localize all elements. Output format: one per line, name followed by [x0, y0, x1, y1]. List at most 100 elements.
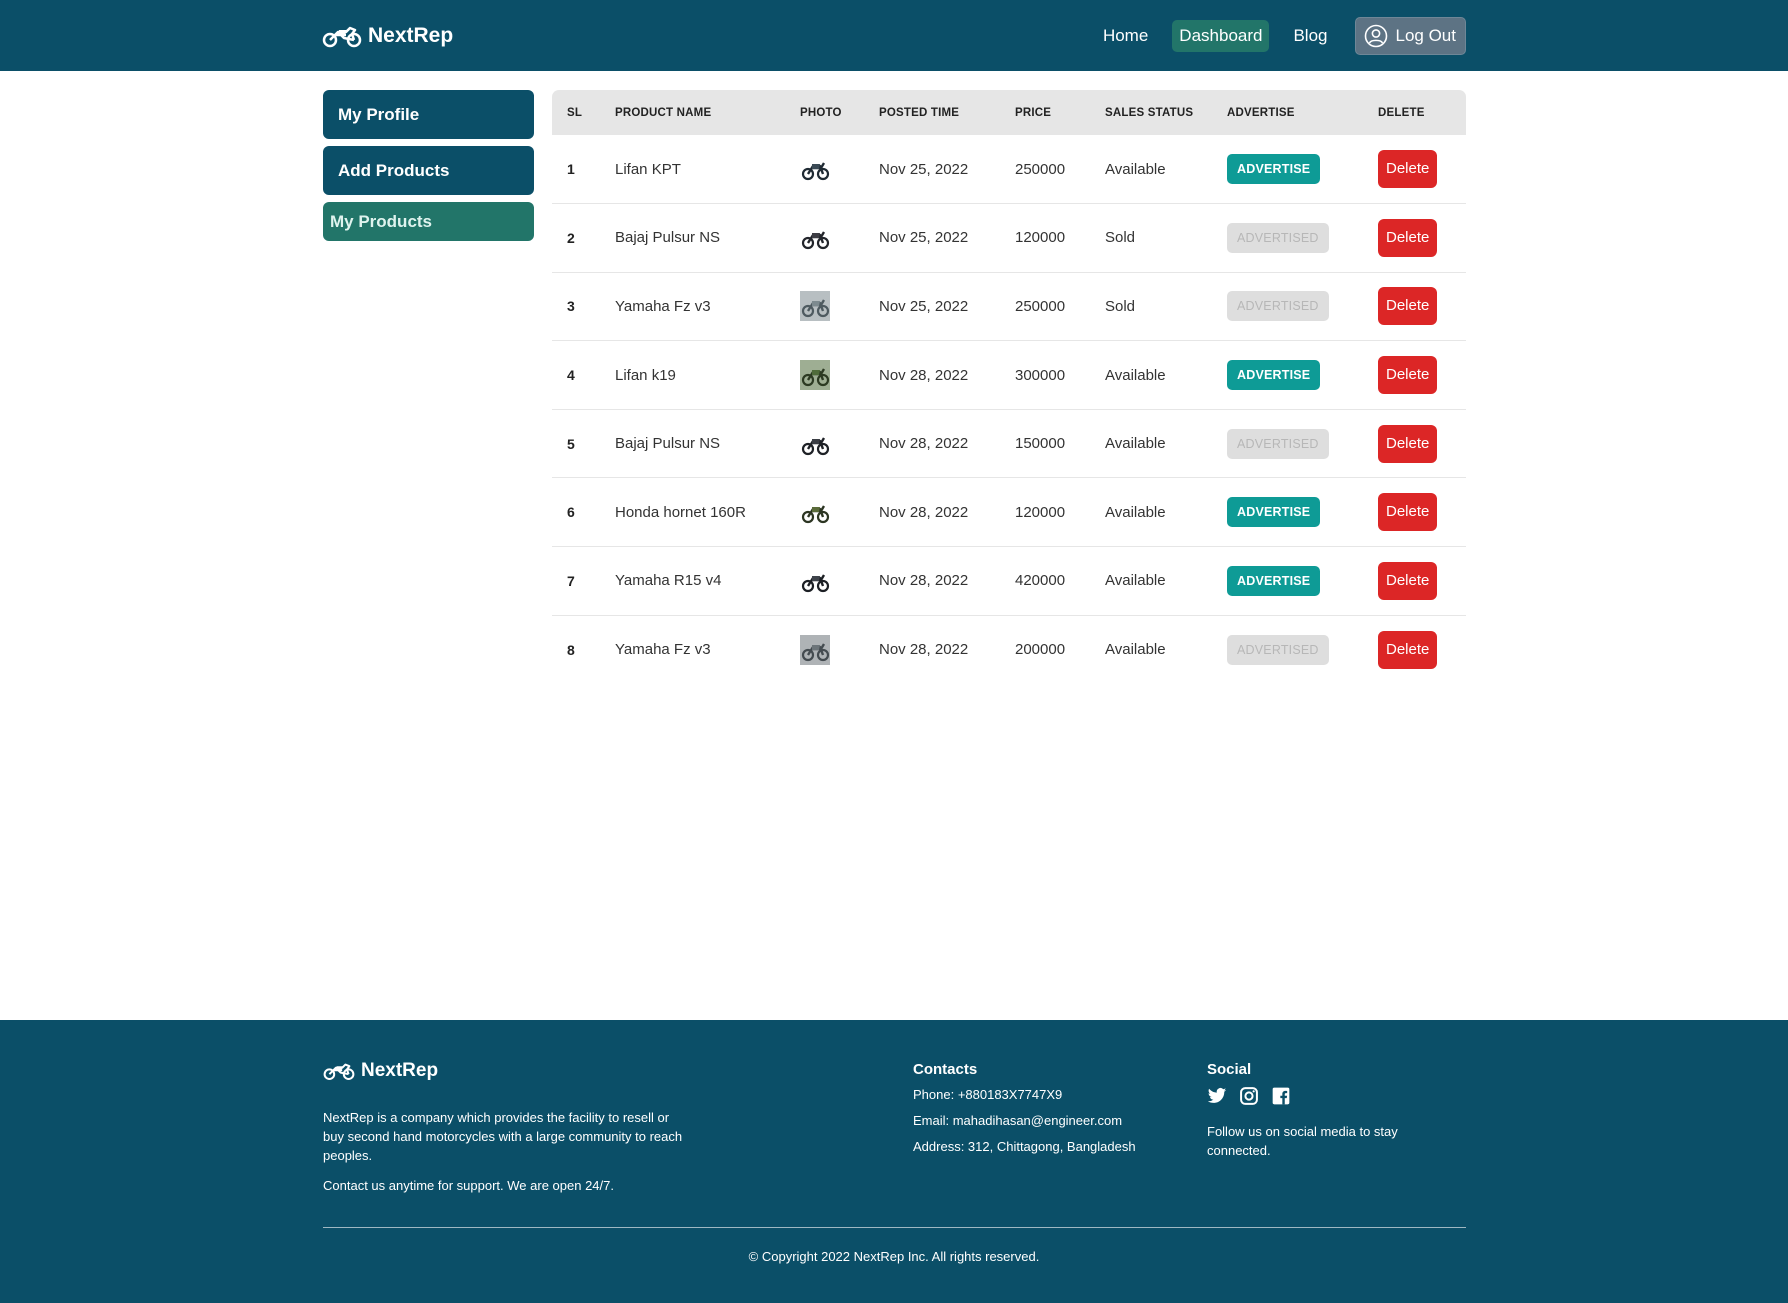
cell-product-name: Bajaj Pulsur NS	[615, 229, 721, 247]
cell-posted-time: Nov 28, 2022	[879, 572, 969, 590]
sidebar-item-my-profile[interactable]: My Profile	[323, 90, 534, 139]
cell-sales-status: Available	[1105, 435, 1166, 453]
cell-photo	[785, 272, 864, 341]
delete-button[interactable]: Delete	[1378, 150, 1438, 189]
header-delete: DELETE	[1378, 106, 1425, 119]
cell-posted-time: Nov 25, 2022	[879, 297, 969, 315]
motorcycle-photo	[800, 291, 830, 322]
delete-button[interactable]: Delete	[1378, 561, 1438, 600]
table-row: 7 Yamaha R15 v4 Nov 28, 2022 420000 Avai…	[552, 547, 1466, 616]
motorcycle-photo	[801, 231, 830, 249]
twitter-icon[interactable]	[1207, 1086, 1227, 1106]
cell-photo	[785, 204, 864, 273]
cell-sl: 8	[567, 641, 575, 658]
cell-delete: Delete	[1363, 478, 1466, 547]
cell-sales-status: Available	[1105, 160, 1166, 178]
cell-advertise: ADVERTISE	[1212, 341, 1363, 410]
cell-delete: Delete	[1363, 409, 1466, 478]
advertise-button[interactable]: ADVERTISE	[1227, 360, 1321, 391]
motorcycle-photo	[801, 437, 830, 455]
cell-product-name: Yamaha Fz v3	[615, 641, 711, 659]
motorcycle-photo	[801, 505, 830, 524]
cell-delete: Delete	[1363, 204, 1466, 273]
contacts-title: Contacts	[913, 1061, 978, 1078]
cell-price: 420000	[1015, 572, 1066, 590]
cell-price: 120000	[1015, 503, 1066, 521]
table-row: 6 Honda hornet 160R Nov 28, 2022 120000 …	[552, 478, 1466, 547]
cell-posted-time: Nov 28, 2022	[879, 366, 969, 384]
footer-support-text: Contact us anytime for support. We are o…	[323, 1178, 614, 1193]
nav-dashboard-link[interactable]: Dashboard	[1172, 20, 1270, 52]
facebook-icon[interactable]	[1271, 1086, 1291, 1106]
nav-blog-link[interactable]: Blog	[1286, 20, 1334, 52]
cell-price: 150000	[1015, 435, 1066, 453]
cell-delete: Delete	[1363, 615, 1466, 684]
cell-sales-status: Available	[1105, 366, 1166, 384]
advertised-button: ADVERTISED	[1227, 291, 1329, 322]
header-sl: SL	[567, 106, 583, 119]
cell-product-name: Yamaha Fz v3	[615, 297, 711, 315]
cell-advertise: ADVERTISED	[1212, 204, 1363, 273]
advertised-button: ADVERTISED	[1227, 428, 1329, 459]
cell-delete: Delete	[1363, 272, 1466, 341]
cell-sl: 7	[567, 572, 575, 589]
cell-posted-time: Nov 28, 2022	[879, 435, 969, 453]
table-row: 8 Yamaha Fz v3 Nov 28, 2022 200000 Avail…	[552, 615, 1466, 684]
motorcycle-logo-icon	[323, 1063, 355, 1080]
cell-photo	[785, 478, 864, 547]
table-row: 5 Bajaj Pulsur NS Nov 28, 2022 150000 Av…	[552, 409, 1466, 478]
cell-photo	[785, 547, 864, 616]
advertise-button[interactable]: ADVERTISE	[1227, 565, 1321, 596]
cell-advertise: ADVERTISE	[1212, 547, 1363, 616]
header-sales-status: SALES STATUS	[1105, 106, 1194, 119]
brand[interactable]: NextRep	[322, 20, 453, 52]
cell-sl: 2	[567, 229, 575, 246]
contact-email: Email: mahadihasan@engineer.com	[913, 1113, 1123, 1128]
cell-delete: Delete	[1363, 341, 1466, 410]
footer-brand: NextRep	[323, 1060, 438, 1082]
nav-links: Home Dashboard Blog Log Out	[1079, 17, 1466, 55]
cell-posted-time: Nov 25, 2022	[879, 229, 969, 247]
header-product-name: PRODUCT NAME	[615, 106, 712, 119]
advertise-button[interactable]: ADVERTISE	[1227, 497, 1321, 528]
cell-price: 250000	[1015, 297, 1066, 315]
header-advertise: ADVERTISE	[1227, 106, 1295, 119]
cell-sl: 4	[567, 367, 575, 384]
footer: NextRep NextRep is a company which provi…	[0, 1020, 1788, 1303]
table-header-row: SL PRODUCT NAME PHOTO POSTED TIME PRICE …	[552, 90, 1466, 135]
delete-button[interactable]: Delete	[1378, 218, 1438, 257]
logout-button[interactable]: Log Out	[1354, 17, 1466, 55]
contact-phone: Phone: +880183X7747X9	[913, 1087, 1063, 1102]
nav-home-link[interactable]: Home	[1096, 20, 1155, 52]
table-row: 4 Lifan k19 Nov 28, 2022 300000 Availabl…	[552, 341, 1466, 410]
sidebar-item-my-products[interactable]: My Products	[323, 202, 534, 241]
header-photo: PHOTO	[800, 106, 842, 119]
cell-sales-status: Sold	[1105, 229, 1136, 247]
footer-social: Social Follow us on social media to stay…	[1207, 1060, 1437, 1160]
motorcycle-photo	[801, 574, 830, 592]
sidebar-item-add-products[interactable]: Add Products	[323, 146, 534, 195]
delete-button[interactable]: Delete	[1378, 424, 1438, 463]
navbar: NextRep Home Dashboard Blog Log Out	[0, 0, 1788, 71]
cell-product-name: Lifan KPT	[615, 160, 681, 178]
copyright-text: © Copyright 2022 NextRep Inc. All rights…	[748, 1249, 1040, 1264]
cell-sales-status: Available	[1105, 641, 1166, 659]
delete-button[interactable]: Delete	[1378, 287, 1438, 326]
cell-photo	[785, 341, 864, 410]
header-price: PRICE	[1015, 106, 1052, 119]
footer-divider	[323, 1227, 1466, 1228]
cell-sl: 3	[567, 298, 575, 315]
cell-price: 120000	[1015, 229, 1066, 247]
motorcycle-logo-icon	[322, 26, 362, 48]
table-row: 2 Bajaj Pulsur NS Nov 25, 2022 120000 So…	[552, 204, 1466, 273]
cell-sl: 6	[567, 504, 575, 521]
instagram-icon[interactable]	[1239, 1086, 1259, 1106]
delete-button[interactable]: Delete	[1378, 493, 1438, 532]
products-table: SL PRODUCT NAME PHOTO POSTED TIME PRICE …	[552, 90, 1466, 684]
advertise-button[interactable]: ADVERTISE	[1227, 154, 1321, 185]
delete-button[interactable]: Delete	[1378, 630, 1438, 669]
cell-advertise: ADVERTISE	[1212, 478, 1363, 547]
delete-button[interactable]: Delete	[1378, 356, 1438, 395]
cell-price: 200000	[1015, 641, 1066, 659]
social-title: Social	[1207, 1061, 1252, 1078]
